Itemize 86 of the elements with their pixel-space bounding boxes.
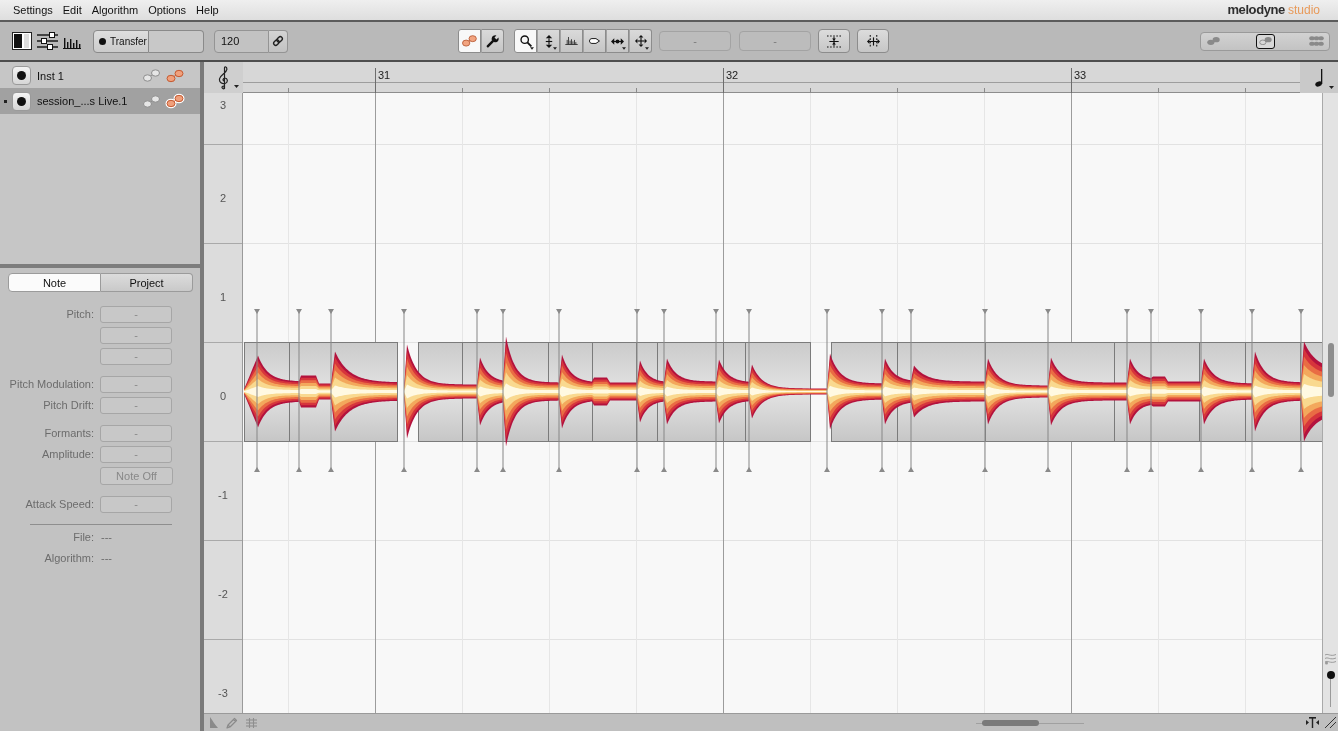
resize-grip-icon[interactable]: [1325, 717, 1336, 728]
info-label: File:: [73, 530, 94, 545]
bars-icon: [565, 37, 578, 45]
pitch-label: 1: [219, 291, 227, 303]
time-quantize-button[interactable]: [857, 29, 889, 53]
vertical-scrollbar[interactable]: [1322, 93, 1338, 713]
scroll-thumb[interactable]: [1327, 343, 1334, 397]
pitch-label: -3: [218, 687, 228, 699]
record-dot-icon: [99, 37, 106, 45]
transfer-button[interactable]: Transfer: [93, 29, 149, 53]
readout-field: -: [739, 31, 811, 51]
blobs-icon: [462, 35, 477, 47]
field-label: Formants:: [44, 426, 94, 441]
transfer-field[interactable]: [149, 29, 204, 53]
menu-item[interactable]: Help: [196, 3, 219, 17]
app-logo: melodyne studio: [1227, 3, 1320, 17]
blobs-icon: [1207, 37, 1220, 45]
note-value-button[interactable]: [1300, 62, 1338, 93]
pitch-tool-button[interactable]: [537, 29, 560, 53]
track-name: session_...s Live.1: [37, 95, 128, 107]
link-button[interactable]: [269, 29, 288, 53]
vertical-arrows-icon: [544, 34, 553, 48]
bar-number: 32: [726, 69, 739, 81]
pitch-label: 3: [219, 99, 227, 111]
zoom-tool-button[interactable]: [514, 29, 537, 53]
pitch-quantize-button[interactable]: [818, 29, 850, 53]
quarter-note-icon: [1315, 68, 1323, 87]
edit-mode-button[interactable]: [481, 29, 504, 53]
record-dot-icon: [17, 96, 26, 106]
record-button[interactable]: [12, 91, 31, 111]
menu-item[interactable]: Settings: [13, 3, 53, 17]
pitch-label: 2: [219, 192, 227, 204]
clef-button[interactable]: [204, 62, 243, 93]
inspector-tab[interactable]: Note: [8, 273, 101, 292]
pitch-label: -2: [218, 588, 228, 600]
link-icon: [272, 35, 284, 47]
caret-icon: [1329, 86, 1334, 89]
bar-number: 33: [1074, 69, 1087, 81]
record-button[interactable]: [12, 66, 31, 85]
t-arrows-icon[interactable]: [1306, 717, 1319, 728]
track-row[interactable]: session_...s Live.1: [0, 88, 200, 114]
pitch-label: 0: [219, 390, 227, 402]
search-icon: [519, 35, 532, 47]
track-name: Inst 1: [37, 69, 64, 82]
info-text: ---: [100, 530, 112, 545]
move-icon: [634, 35, 647, 47]
info-label: Algorithm:: [44, 551, 94, 566]
slider-thumb[interactable]: [1326, 671, 1335, 679]
amplitude-tool-button[interactable]: [560, 29, 583, 53]
menu-item[interactable]: Options: [148, 3, 187, 17]
blob-grid-icon: [1309, 36, 1324, 46]
field-label: Amplitude:: [42, 447, 94, 462]
record-dot-icon: [17, 71, 26, 80]
pitch-label: -1: [218, 489, 228, 501]
tempo-field[interactable]: 120: [214, 29, 269, 53]
menu-item[interactable]: Edit: [62, 3, 82, 17]
blobs-icon: [1258, 37, 1272, 45]
note-blob: [985, 358, 1048, 425]
info-text: ---: [100, 551, 112, 566]
sidebar-icon[interactable]: [12, 32, 32, 50]
track-row[interactable]: Inst 1: [0, 63, 200, 88]
wrench-icon: [486, 34, 499, 48]
bar-ruler[interactable]: 31 32 33: [243, 62, 1300, 93]
move-tool-button[interactable]: [629, 29, 652, 53]
menu-item[interactable]: Algorithm: [91, 3, 139, 17]
vertical-quantize-icon: [827, 34, 841, 48]
time-tool-button[interactable]: [606, 29, 629, 53]
readout-field: -: [659, 31, 731, 51]
mixer-icon[interactable]: [37, 32, 58, 50]
field-label: Pitch Drift:: [43, 398, 94, 413]
horizontal-quantize-icon: [866, 34, 880, 48]
field-label: Attack Speed:: [25, 497, 94, 512]
view-option-button[interactable]: [1255, 33, 1275, 49]
scroll-thumb[interactable]: [982, 719, 1039, 726]
waves-icon: [1325, 653, 1336, 665]
treble-clef-icon: [218, 65, 229, 90]
bar-number: 31: [378, 69, 391, 81]
blobs-icon[interactable]: [165, 93, 185, 109]
caret-icon: [234, 85, 239, 88]
inspector-tab[interactable]: Project: [101, 273, 193, 292]
field-label: Pitch:: [66, 307, 94, 322]
formant-tool-button[interactable]: [583, 29, 606, 53]
field-label: Pitch Modulation:: [9, 377, 94, 392]
capsule-icon: [589, 38, 600, 44]
horizontal-arrows-icon: [611, 37, 624, 45]
view-selector[interactable]: [1200, 31, 1330, 51]
